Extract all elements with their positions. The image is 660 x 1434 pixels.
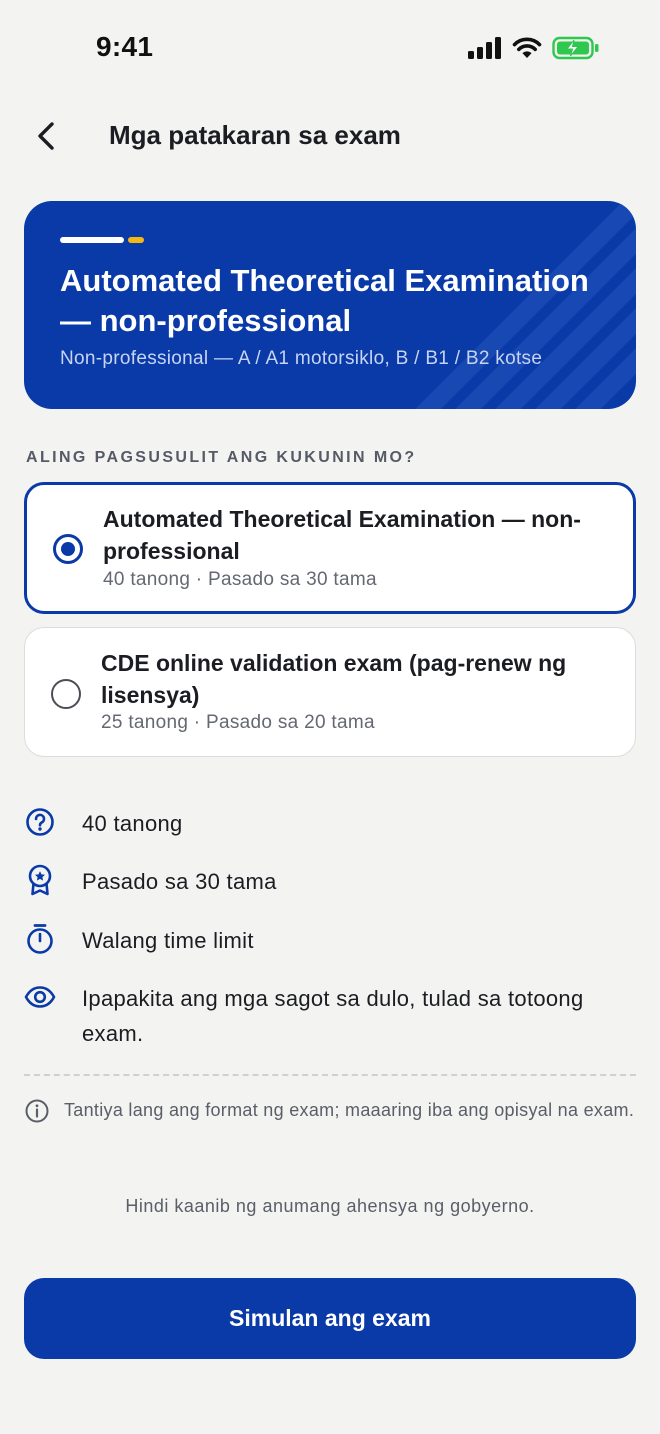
award-badge-icon xyxy=(24,864,56,896)
exam-option-ate[interactable]: Automated Theoretical Examination — non-… xyxy=(24,482,636,614)
page-title: Mga patakaran sa exam xyxy=(109,120,401,150)
note-text: Tantiya lang ang format ng exam; maaarin… xyxy=(64,1100,635,1120)
option-title: Automated Theoretical Examination — non-… xyxy=(103,506,581,564)
option-meta: 25 tanong · Pasado sa 20 tama xyxy=(101,712,375,733)
start-exam-button[interactable]: Simulan ang exam xyxy=(24,1278,636,1359)
hero-subtitle: Non-professional — A / A1 motorsiklo, B … xyxy=(60,348,543,369)
radio-unselected-icon[interactable] xyxy=(51,679,81,709)
disclaimer-text: Hindi kaanib ng anumang ahensya ng gobye… xyxy=(125,1196,535,1216)
info-text: Walang time limit xyxy=(82,928,254,953)
info-circle-icon xyxy=(25,1099,49,1123)
radio-selected-icon[interactable] xyxy=(53,534,83,564)
status-icons xyxy=(468,36,600,60)
back-button[interactable] xyxy=(26,116,66,156)
option-meta: 40 tanong · Pasado sa 30 tama xyxy=(103,569,377,590)
hero-title: Automated Theoretical Examination — non-… xyxy=(60,263,589,338)
hero-accent-bar xyxy=(60,237,144,243)
exam-hero-card: Automated Theoretical Examination — non-… xyxy=(24,201,636,409)
battery-charging-icon xyxy=(552,36,599,60)
status-time: 9:41 xyxy=(96,31,154,62)
exam-option-cde[interactable]: CDE online validation exam (pag-renew ng… xyxy=(24,627,636,757)
status-bar: 9:41 xyxy=(0,0,660,96)
section-label: ALING PAGSUSULIT ANG KUKUNIN MO? xyxy=(26,449,417,466)
info-text: 40 tanong xyxy=(82,811,183,836)
exam-rules-screen: 9:41 Mga patakaran sa exam Automated The… xyxy=(0,0,660,1434)
top-app-bar: Mga patakaran sa exam xyxy=(0,108,660,164)
dashed-divider xyxy=(24,1074,636,1076)
option-title: CDE online validation exam (pag-renew ng… xyxy=(101,650,567,708)
cellular-signal-icon xyxy=(468,37,501,59)
info-text: Pasado sa 30 tama xyxy=(82,869,277,894)
wifi-icon xyxy=(512,37,542,58)
chevron-left-icon xyxy=(38,122,54,150)
question-circle-icon xyxy=(24,806,56,838)
info-text: Ipapakita ang mga sagot sa dulo, tulad s… xyxy=(82,986,584,1046)
stopwatch-icon xyxy=(24,923,56,955)
eye-icon xyxy=(24,981,56,1013)
